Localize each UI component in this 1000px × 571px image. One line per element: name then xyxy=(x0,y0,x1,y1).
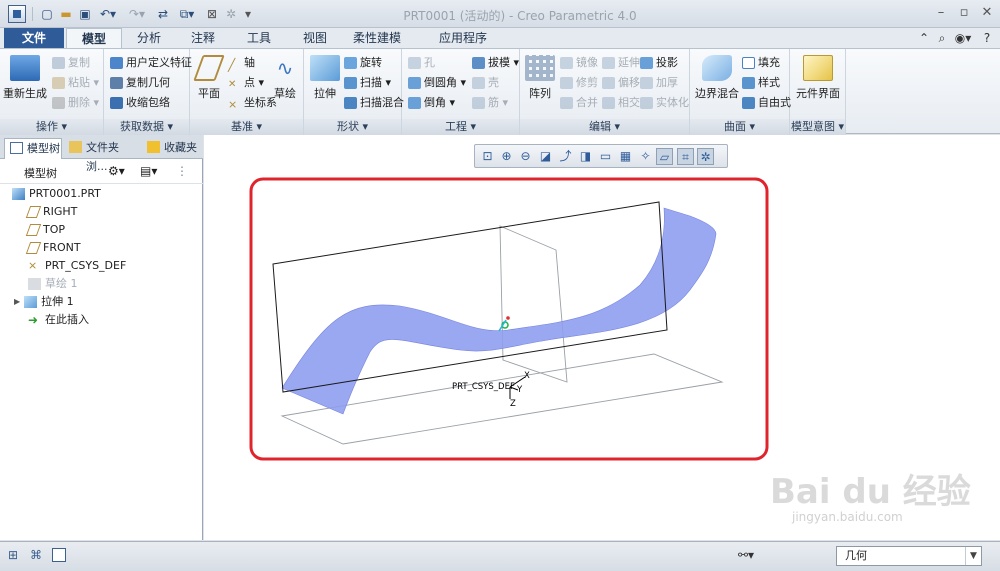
fullscreen-icon[interactable] xyxy=(52,548,66,562)
find-icon[interactable]: ⚯▾ xyxy=(738,548,754,562)
reorient-icon[interactable]: ⤴ xyxy=(557,148,574,165)
csys-x-label: X xyxy=(524,371,530,381)
watermark-logo: Bai du 经验 xyxy=(770,472,971,512)
axis-display-icon[interactable]: ⌗ xyxy=(677,148,694,165)
selection-filter-value: 几何 xyxy=(845,549,867,562)
csys-label[interactable]: PRT_CSYS_DEF xyxy=(452,382,515,392)
perspective-icon[interactable]: ✧ xyxy=(637,148,654,165)
chevron-down-icon[interactable]: ▼ xyxy=(965,547,981,565)
saved-views-icon[interactable]: ▭ xyxy=(597,148,614,165)
csys-z-label: Z xyxy=(510,399,516,409)
zoom-out-icon[interactable]: ⊖ xyxy=(517,148,534,165)
display-style-icon[interactable]: ◨ xyxy=(577,148,594,165)
csys-y-label: Y xyxy=(516,385,523,395)
datum-plane-right[interactable] xyxy=(499,225,568,383)
watermark-url: jingyan.baidu.com xyxy=(792,510,903,524)
navigator-toggle-icon[interactable]: ⊞ xyxy=(8,548,24,564)
view-manager-icon[interactable]: ▦ xyxy=(617,148,634,165)
plane-display-icon[interactable]: ▱ xyxy=(656,148,673,165)
origin-point-icon xyxy=(506,316,510,320)
repaint-icon[interactable]: ◪ xyxy=(537,148,554,165)
status-bar: ⊞ ⌘ ⚯▾ 几何 ▼ xyxy=(0,541,1000,571)
csys-display-icon[interactable]: ✲ xyxy=(697,148,714,165)
graphics-toolbar: ⊡ ⊕ ⊖ ◪ ⤴ ◨ ▭ ▦ ✧ ▱ ⌗ ✲ xyxy=(474,144,728,168)
refit-icon[interactable]: ⊡ xyxy=(479,148,496,165)
selection-filter[interactable]: 几何 ▼ xyxy=(836,546,982,566)
browser-toggle-icon[interactable]: ⌘ xyxy=(30,548,46,564)
zoom-in-icon[interactable]: ⊕ xyxy=(498,148,515,165)
